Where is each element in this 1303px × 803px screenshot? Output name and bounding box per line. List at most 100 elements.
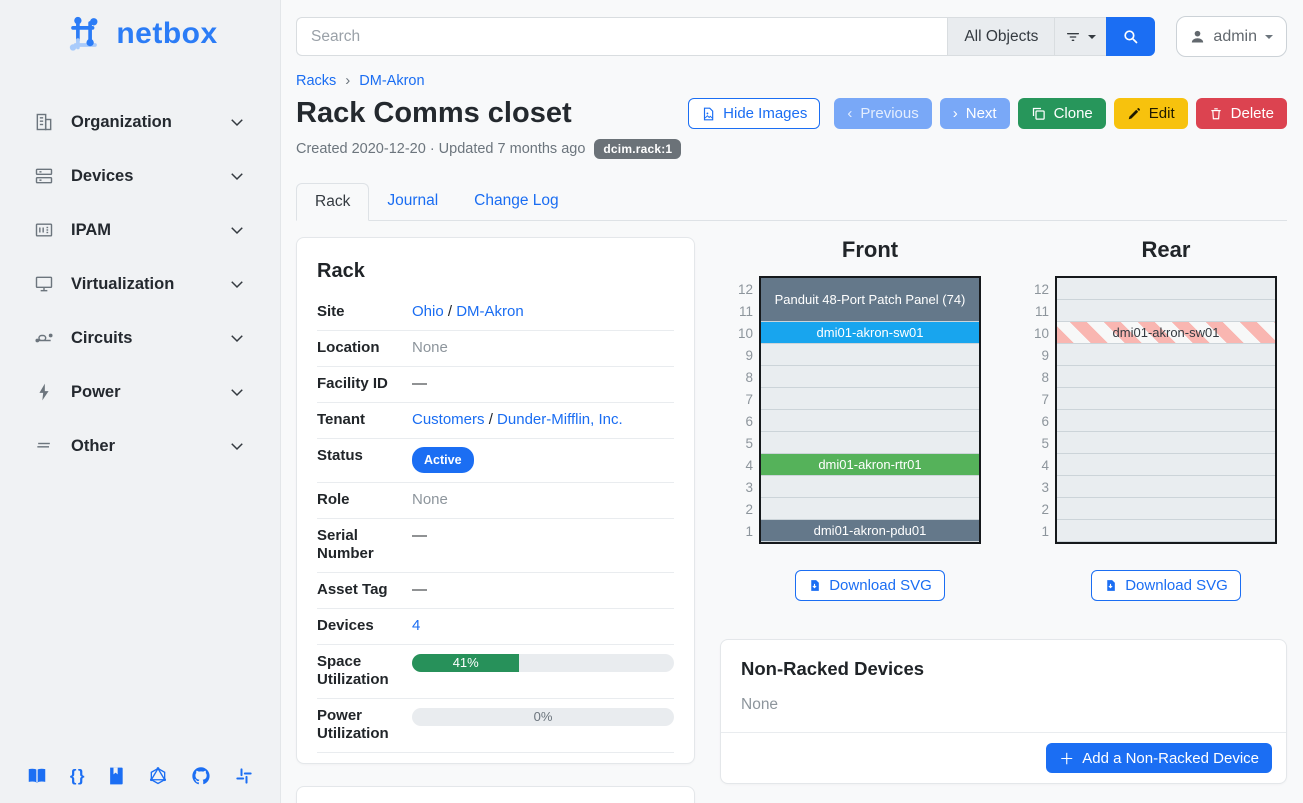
rack-device[interactable]: dmi01-akron-pdu01 — [761, 520, 979, 541]
row-location: Location None — [317, 331, 674, 367]
next-button[interactable]: › Next — [940, 98, 1010, 129]
graphql-icon[interactable] — [148, 766, 168, 786]
rack-unit-slot[interactable] — [1057, 300, 1275, 322]
unit-number-label: 3 — [727, 476, 755, 498]
facility-value: — — [412, 375, 674, 393]
rack-unit-slot[interactable] — [1057, 410, 1275, 432]
rack-unit-slot[interactable] — [1057, 432, 1275, 454]
previous-button[interactable]: ‹ Previous — [834, 98, 931, 129]
pencil-icon — [1127, 107, 1141, 121]
slack-icon[interactable] — [234, 766, 254, 786]
rack-unit-slot[interactable] — [1057, 278, 1275, 300]
clone-button[interactable]: Clone — [1018, 98, 1106, 129]
rack-unit-slot[interactable] — [761, 432, 979, 454]
unit-number-label: 6 — [1023, 410, 1051, 432]
rack-unit-slot[interactable] — [1057, 476, 1275, 498]
github-icon[interactable] — [190, 765, 212, 787]
user-icon — [1189, 28, 1206, 45]
unit-number-label: 7 — [1023, 388, 1051, 410]
rack-unit-slot[interactable] — [761, 476, 979, 498]
row-facility-id: Facility ID — — [317, 367, 674, 403]
rear-download-svg-button[interactable]: Download SVG — [1091, 570, 1241, 601]
edit-button[interactable]: Edit — [1114, 98, 1188, 129]
rack-device[interactable]: dmi01-akron-rtr01 — [761, 454, 979, 475]
other-icon — [34, 436, 54, 456]
user-menu-button[interactable]: admin — [1176, 16, 1287, 57]
sidebar-item-label: IPAM — [71, 221, 211, 240]
all-objects-label: All Objects — [964, 28, 1038, 46]
delete-label: Delete — [1231, 105, 1274, 122]
chevron-down-icon — [228, 167, 246, 185]
sidebar-item-devices[interactable]: Devices — [6, 156, 274, 196]
rack-device[interactable]: dmi01-akron-sw01 — [1057, 322, 1275, 343]
left-column: Rack Site Ohio / DM-Akron Location None — [296, 237, 695, 803]
delete-button[interactable]: Delete — [1196, 98, 1287, 129]
trash-icon — [1209, 106, 1223, 121]
topbar: All Objects admin — [296, 16, 1287, 57]
sidebar-item-other[interactable]: Other — [6, 426, 274, 466]
all-objects-button[interactable]: All Objects — [947, 17, 1054, 56]
front-download-svg-button[interactable]: Download SVG — [795, 570, 945, 601]
rack-device[interactable]: Panduit 48-Port Patch Panel (74) — [761, 278, 979, 321]
unit-number-label: 1 — [727, 520, 755, 542]
breadcrumb-site-link[interactable]: DM-Akron — [359, 73, 424, 89]
tab-change-log[interactable]: Change Log — [456, 183, 576, 220]
front-elevation: Front 121110987654321 Panduit 48-Port Pa… — [727, 237, 981, 601]
breadcrumb-racks-link[interactable]: Racks — [296, 73, 336, 89]
rack-unit-slot[interactable] — [1057, 520, 1275, 542]
search-icon — [1122, 28, 1139, 45]
sidebar-item-virtualization[interactable]: Virtualization — [6, 264, 274, 304]
row-label: Location — [317, 339, 412, 357]
sidebar-item-ipam[interactable]: IPAM — [6, 210, 274, 250]
rack-unit-slot[interactable] — [761, 498, 979, 520]
sidebar-item-circuits[interactable]: Circuits — [6, 318, 274, 358]
search-filter-dropdown[interactable] — [1054, 17, 1106, 56]
next-label: Next — [966, 105, 997, 122]
virtualization-icon — [34, 274, 54, 294]
rack-unit-slot[interactable] — [1057, 454, 1275, 476]
tenant-link[interactable]: Dunder-Mifflin, Inc. — [497, 411, 623, 428]
site-link[interactable]: DM-Akron — [456, 303, 524, 320]
rack-unit-slot[interactable] — [761, 344, 979, 366]
tab-content: Rack Site Ohio / DM-Akron Location None — [296, 237, 1287, 803]
search-submit-button[interactable] — [1106, 17, 1155, 56]
netbox-logo[interactable]: netbox — [0, 0, 280, 64]
add-non-racked-device-button[interactable]: ＋ Add a Non-Racked Device — [1046, 743, 1272, 773]
sidebar-item-label: Power — [71, 383, 211, 402]
sidebar-item-organization[interactable]: Organization — [6, 102, 274, 142]
rack-unit-slot[interactable] — [1057, 498, 1275, 520]
space-utilization-bar: 41% — [412, 654, 674, 672]
devices-count-link[interactable]: 4 — [412, 617, 420, 634]
chevron-down-icon — [228, 437, 246, 455]
rack-unit-slot[interactable] — [1057, 388, 1275, 410]
row-label: Role — [317, 491, 412, 509]
tab-journal[interactable]: Journal — [369, 183, 456, 220]
rack-unit-slot[interactable] — [761, 410, 979, 432]
breadcrumb-separator-icon: › — [345, 72, 350, 89]
docs-icon[interactable] — [26, 765, 48, 787]
non-racked-footer: ＋ Add a Non-Racked Device — [721, 732, 1286, 783]
tenant-group-link[interactable]: Customers — [412, 411, 485, 428]
chevron-down-icon — [228, 329, 246, 347]
site-group-link[interactable]: Ohio — [412, 303, 444, 320]
space-utilization-fill: 41% — [412, 654, 519, 672]
non-racked-body: None — [721, 680, 1286, 732]
rack-unit-slot[interactable] — [1057, 366, 1275, 388]
rack-unit-slot[interactable] — [1057, 344, 1275, 366]
journal-icon[interactable] — [106, 766, 126, 786]
tab-rack[interactable]: Rack — [296, 183, 369, 221]
rack-unit-slot[interactable] — [761, 366, 979, 388]
row-label: Power Utilization — [317, 707, 412, 743]
sidebar-item-power[interactable]: Power — [6, 372, 274, 412]
next-panel-partial — [296, 786, 695, 803]
serial-value: — — [412, 527, 674, 545]
rest-api-icon[interactable]: { } — [70, 766, 85, 786]
search-input[interactable] — [296, 17, 947, 56]
rack-device[interactable]: dmi01-akron-sw01 — [761, 322, 979, 343]
unit-number-label: 3 — [1023, 476, 1051, 498]
rack-info-panel: Rack Site Ohio / DM-Akron Location None — [296, 237, 695, 764]
hide-images-button[interactable]: Hide Images — [688, 98, 820, 129]
devices-icon — [34, 166, 54, 186]
rack-unit-slot[interactable] — [761, 388, 979, 410]
filter-icon — [1065, 29, 1081, 45]
